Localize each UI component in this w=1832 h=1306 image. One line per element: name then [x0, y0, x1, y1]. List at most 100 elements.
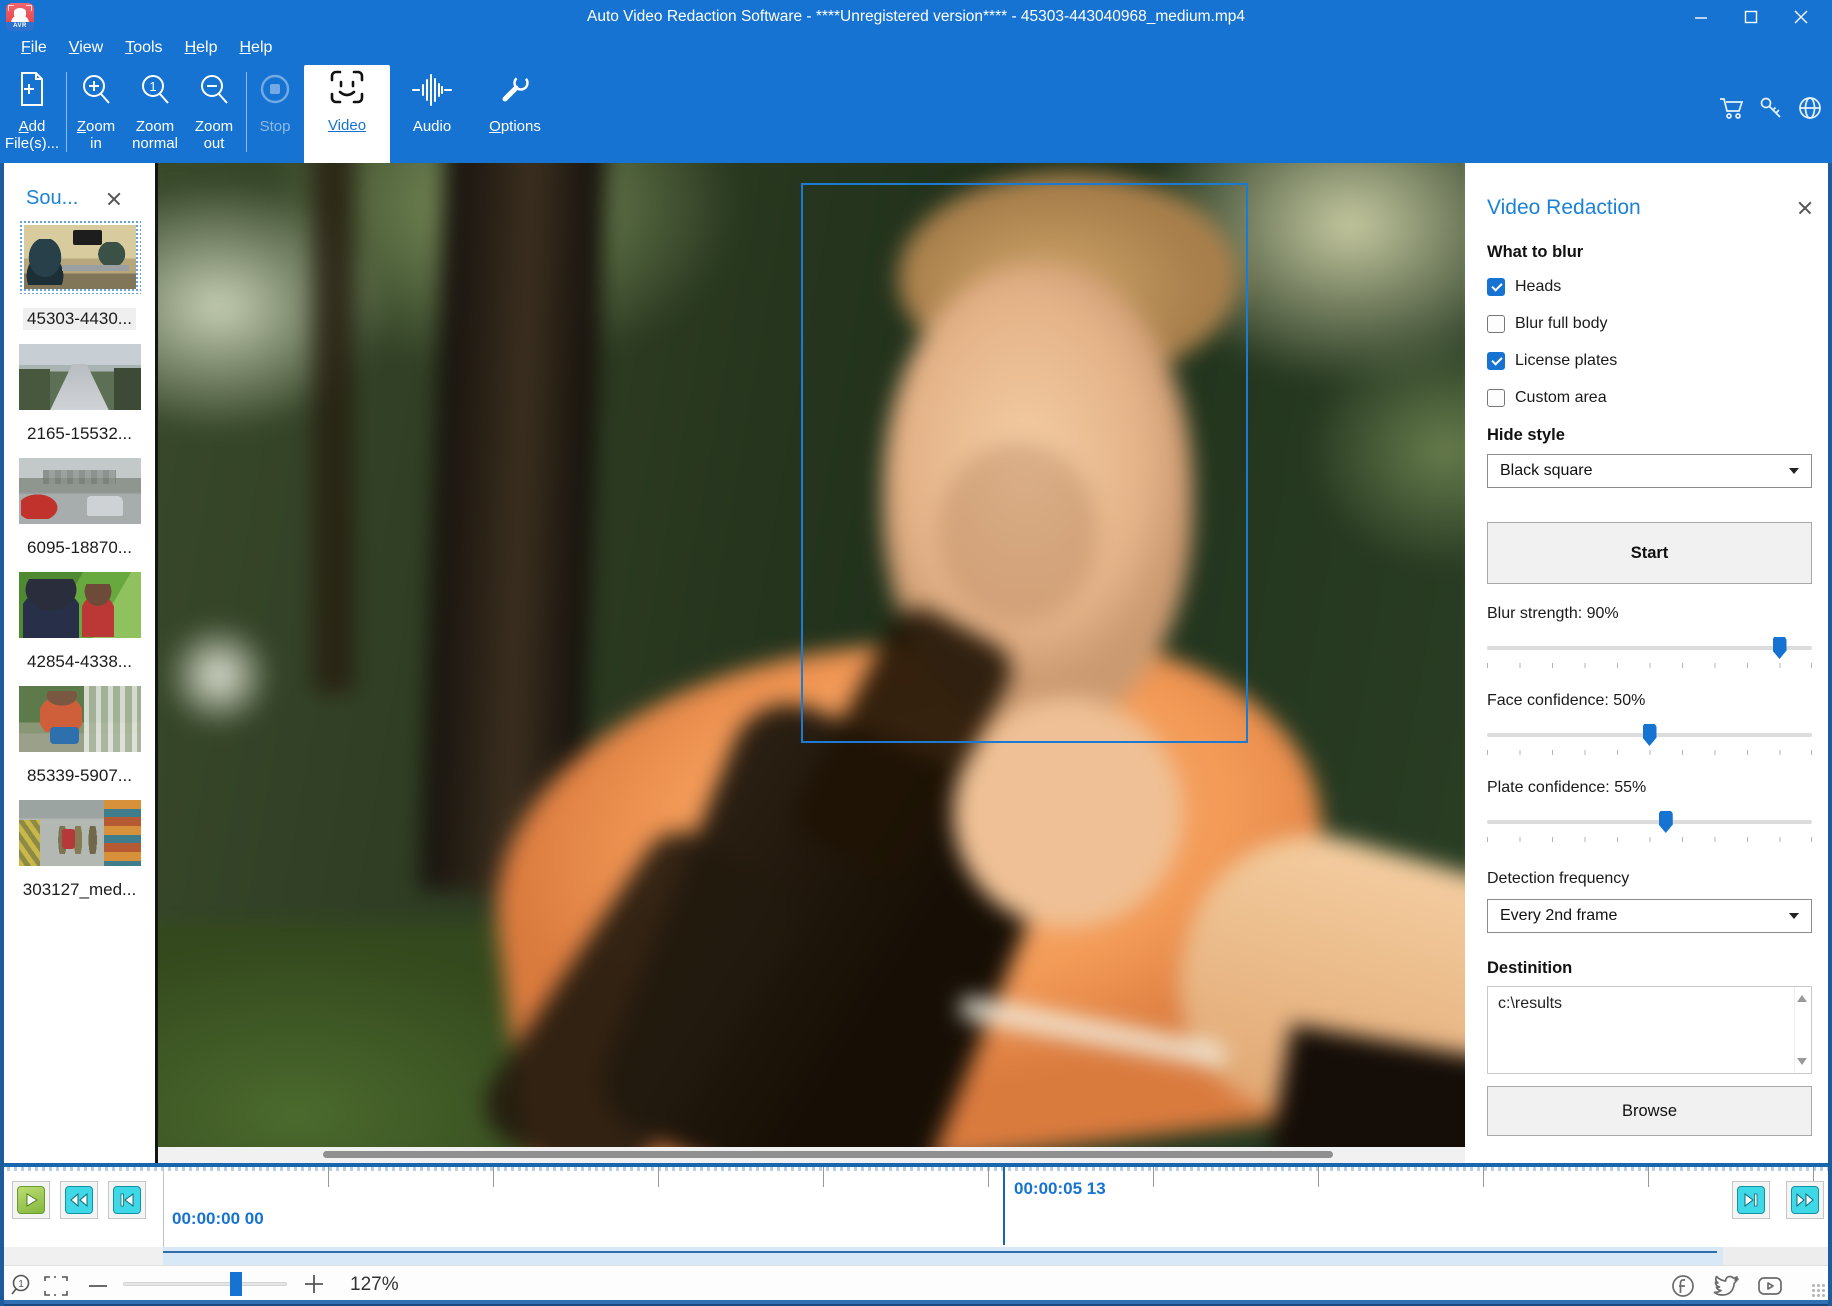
tab-video[interactable]: Video — [304, 65, 390, 165]
timeline-track-end — [1723, 1247, 1832, 1265]
source-thumbnail[interactable] — [19, 572, 141, 638]
sources-panel: Sou... 45303-4430... 2165-15532... 6095-… — [0, 163, 155, 1163]
resize-grip[interactable] — [1812, 1284, 1826, 1298]
slider-thumb[interactable] — [1643, 724, 1657, 746]
checkbox-row-custom-area[interactable]: Custom area — [1487, 386, 1812, 410]
zoom-in-button[interactable]: Zoom in — [70, 66, 122, 163]
blur-strength-slider[interactable] — [1487, 637, 1812, 659]
svg-text:1: 1 — [18, 1279, 24, 1290]
stop-icon — [256, 70, 294, 112]
maximize-button[interactable] — [1726, 0, 1776, 34]
playhead[interactable] — [1003, 1167, 1005, 1245]
play-button[interactable] — [12, 1181, 50, 1219]
wrench-icon — [497, 72, 533, 112]
source-thumbnail[interactable] — [24, 225, 136, 289]
video-horizontal-scrollbar[interactable] — [158, 1147, 1465, 1163]
tab-options[interactable]: Options — [478, 66, 552, 163]
source-item[interactable]: 6095-18870... — [4, 458, 155, 558]
source-thumbnail[interactable] — [19, 800, 141, 866]
blur-strength-label: Blur strength: 90% — [1487, 605, 1812, 625]
preview-zoom-slider[interactable] — [123, 1282, 287, 1286]
zoom-in-label: Zoom in — [70, 118, 122, 152]
status-bar: 1 127% — [0, 1265, 1832, 1306]
source-item[interactable]: 303127_med... — [4, 800, 155, 900]
zoom-out-button[interactable]: Zoom out — [188, 66, 240, 163]
source-item[interactable]: 45303-4430... — [4, 220, 155, 330]
checkbox-row-full-body[interactable]: Blur full body — [1487, 312, 1812, 336]
cart-icon[interactable] — [1718, 94, 1746, 127]
menu-file[interactable]: File — [10, 37, 58, 59]
add-file-icon — [16, 70, 48, 112]
source-item[interactable]: 85339-5907... — [4, 686, 155, 786]
zoom-normal-icon: 1 — [137, 72, 173, 112]
slider-track[interactable] — [1487, 820, 1812, 824]
globe-icon[interactable] — [1796, 94, 1824, 127]
face-detection-rectangle[interactable] — [801, 183, 1248, 743]
close-button[interactable] — [1776, 0, 1826, 34]
hide-style-dropdown[interactable]: Black square — [1487, 454, 1812, 488]
zoom-out-status-icon[interactable] — [88, 1278, 108, 1299]
destination-scrollbar[interactable] — [1794, 987, 1811, 1073]
key-icon[interactable] — [1757, 94, 1785, 127]
scroll-up-icon[interactable] — [1797, 995, 1807, 1002]
plate-confidence-label: Plate confidence: 55% — [1487, 779, 1812, 799]
tab-audio[interactable]: Audio — [402, 66, 462, 163]
source-item[interactable]: 42854-4338... — [4, 572, 155, 672]
checkbox-row-heads[interactable]: Heads — [1487, 275, 1812, 299]
source-thumbnail[interactable] — [19, 686, 141, 752]
hide-style-value: Black square — [1500, 462, 1593, 480]
scroll-down-icon[interactable] — [1797, 1058, 1807, 1065]
fast-forward-icon — [1791, 1186, 1819, 1214]
timeline-ruler — [163, 1167, 1832, 1187]
start-button-label: Start — [1631, 544, 1669, 563]
custom-area-label: Custom area — [1515, 389, 1607, 407]
menu-help[interactable]: Help — [174, 37, 229, 59]
start-button[interactable]: Start — [1487, 522, 1812, 584]
source-item-label: 303127_med... — [4, 880, 155, 900]
timeline-track[interactable] — [0, 1247, 1832, 1265]
heads-checkbox[interactable] — [1487, 278, 1505, 296]
hide-style-heading: Hide style — [1487, 426, 1812, 445]
preview-zoom-slider-thumb[interactable] — [230, 1272, 242, 1296]
current-time-label: 00:00:00 00 — [172, 1209, 264, 1229]
scrollbar-thumb[interactable] — [323, 1151, 1333, 1158]
plate-confidence-slider[interactable] — [1487, 811, 1812, 833]
custom-area-checkbox[interactable] — [1487, 389, 1505, 407]
sources-close-icon[interactable] — [107, 192, 121, 206]
menu-view[interactable]: View — [58, 37, 114, 59]
fast-forward-button[interactable] — [1786, 1181, 1824, 1219]
slider-track[interactable] — [1487, 646, 1812, 650]
zoom-normal-button[interactable]: 1 Zoom normal — [124, 66, 186, 163]
destination-field[interactable]: c:\results — [1487, 986, 1812, 1074]
menu-tools[interactable]: Tools — [114, 37, 173, 59]
video-preview[interactable] — [155, 163, 1462, 1163]
license-plates-checkbox[interactable] — [1487, 352, 1505, 370]
rewind-button[interactable] — [60, 1181, 98, 1219]
slider-thumb[interactable] — [1773, 637, 1787, 659]
source-thumbnail[interactable] — [19, 458, 141, 524]
minimize-button[interactable] — [1676, 0, 1726, 34]
source-item-label: 2165-15532... — [4, 424, 155, 444]
detection-frequency-dropdown[interactable]: Every 2nd frame — [1487, 899, 1812, 933]
next-frame-button[interactable] — [1732, 1181, 1770, 1219]
source-item-label: 42854-4338... — [4, 652, 155, 672]
tab-audio-label: Audio — [402, 118, 462, 135]
previous-frame-button[interactable] — [108, 1181, 146, 1219]
browse-button[interactable]: Browse — [1487, 1086, 1812, 1136]
slider-thumb[interactable] — [1659, 811, 1673, 833]
slider-ticks — [1487, 661, 1812, 671]
tab-video-label: Video — [304, 117, 390, 134]
source-item[interactable]: 2165-15532... — [4, 344, 155, 444]
face-confidence-slider[interactable] — [1487, 724, 1812, 746]
menu-help-2[interactable]: Help — [228, 37, 283, 59]
blur-full-body-checkbox[interactable] — [1487, 315, 1505, 333]
play-icon — [17, 1186, 45, 1214]
panel-close-icon[interactable] — [1798, 201, 1812, 215]
checkbox-row-license-plates[interactable]: License plates — [1487, 349, 1812, 373]
window-border-left — [0, 163, 4, 1306]
zoom-out-icon — [196, 72, 232, 112]
timeline[interactable]: 00:00:00 00 00:00:05 13 — [0, 1167, 1832, 1247]
zoom-in-status-icon[interactable] — [303, 1273, 325, 1300]
add-files-button[interactable]: Add File(s)... — [4, 66, 60, 163]
source-thumbnail[interactable] — [19, 344, 141, 410]
